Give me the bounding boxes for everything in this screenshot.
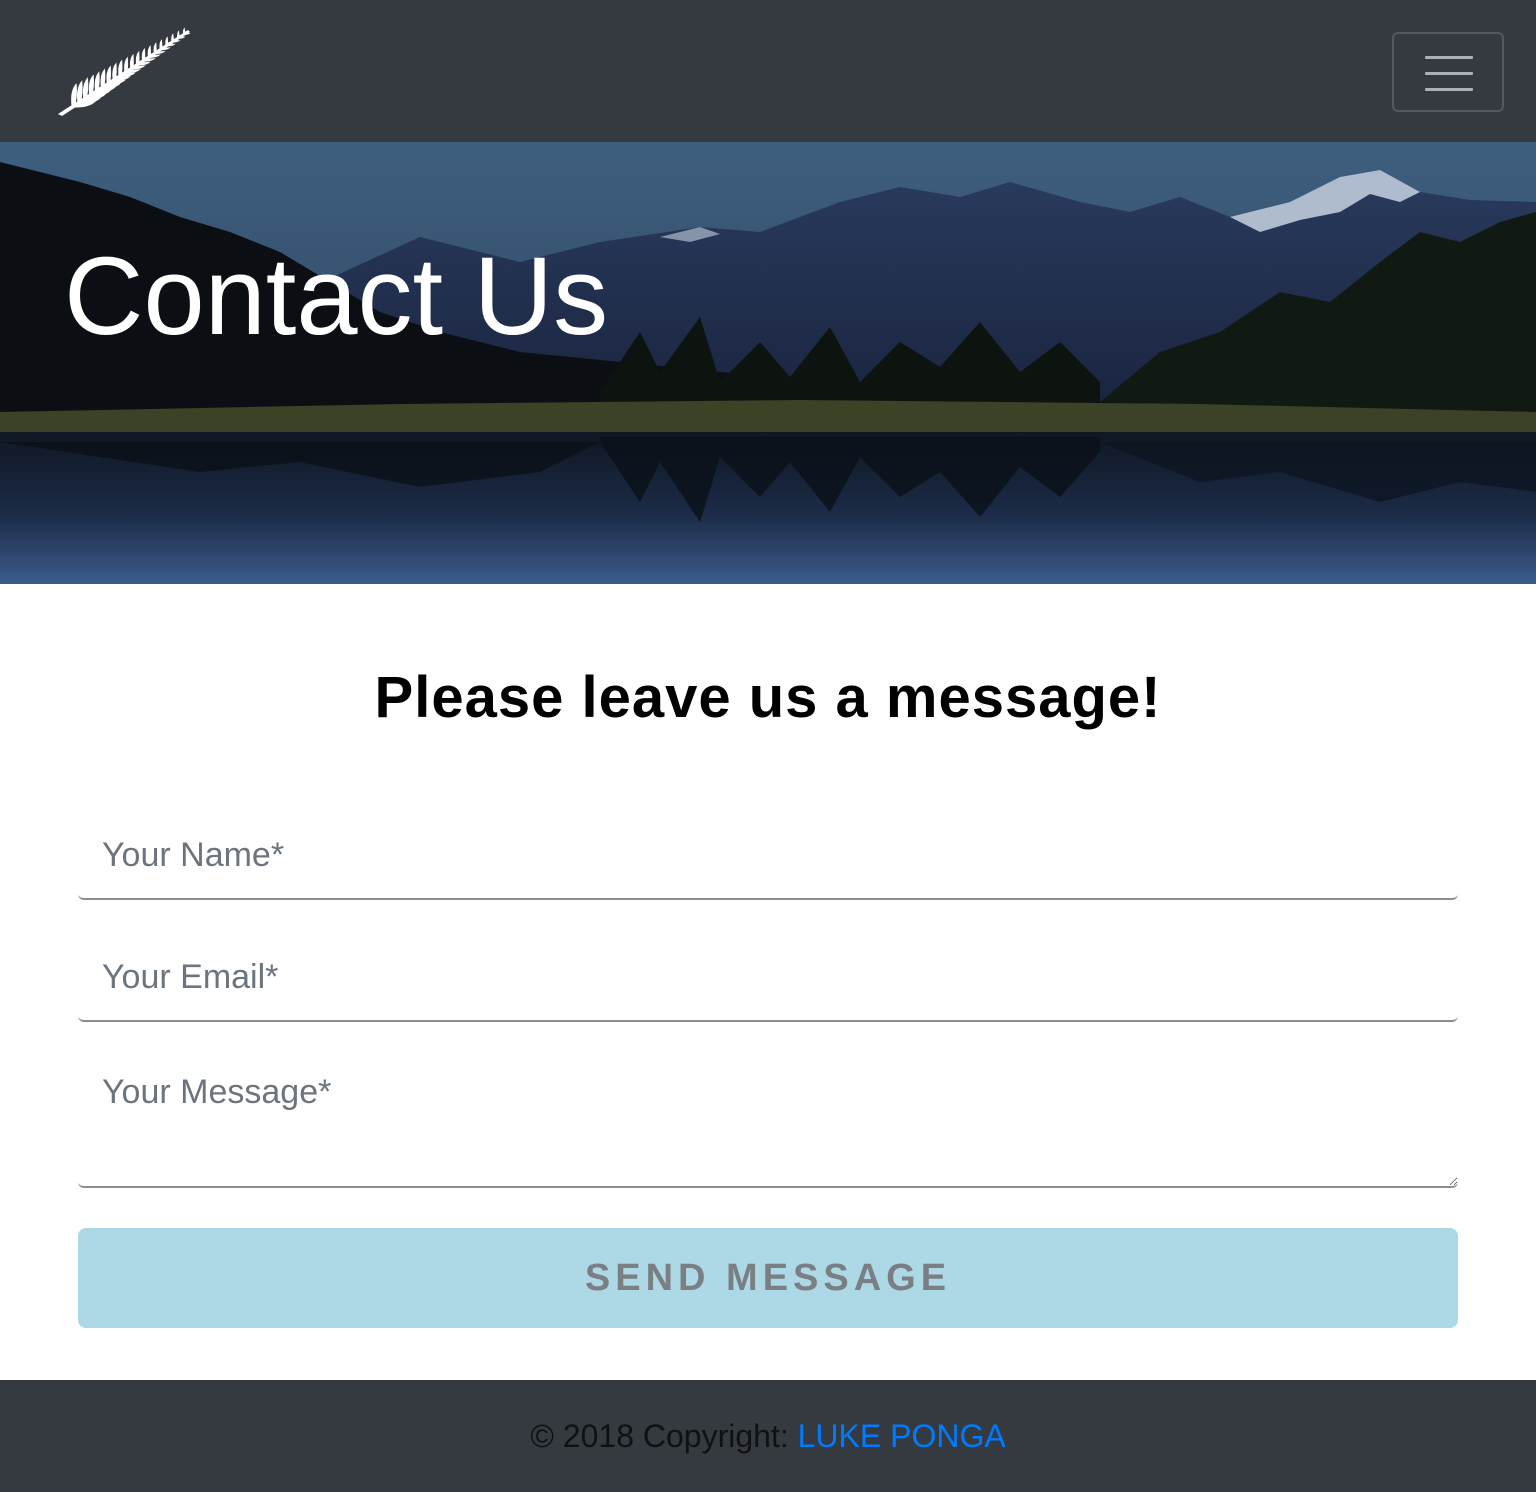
- hero-landscape-image: [0, 142, 1536, 584]
- silver-fern-icon: [58, 27, 191, 116]
- navbar: [0, 0, 1536, 142]
- send-message-button[interactable]: SEND MESSAGE: [78, 1228, 1458, 1328]
- logo-link[interactable]: [54, 24, 194, 120]
- email-input[interactable]: [78, 934, 1458, 1022]
- footer: © 2018 Copyright: LUKE PONGA: [0, 1380, 1536, 1492]
- page-title: Contact Us: [64, 235, 609, 358]
- hero-banner: Contact Us: [0, 142, 1536, 584]
- copyright-text: © 2018 Copyright:: [530, 1418, 798, 1454]
- name-input[interactable]: [78, 812, 1458, 900]
- message-textarea[interactable]: [78, 1056, 1458, 1188]
- menu-toggle-button[interactable]: [1392, 32, 1504, 112]
- author-link[interactable]: LUKE PONGA: [798, 1418, 1006, 1454]
- contact-heading: Please leave us a message!: [374, 665, 1162, 730]
